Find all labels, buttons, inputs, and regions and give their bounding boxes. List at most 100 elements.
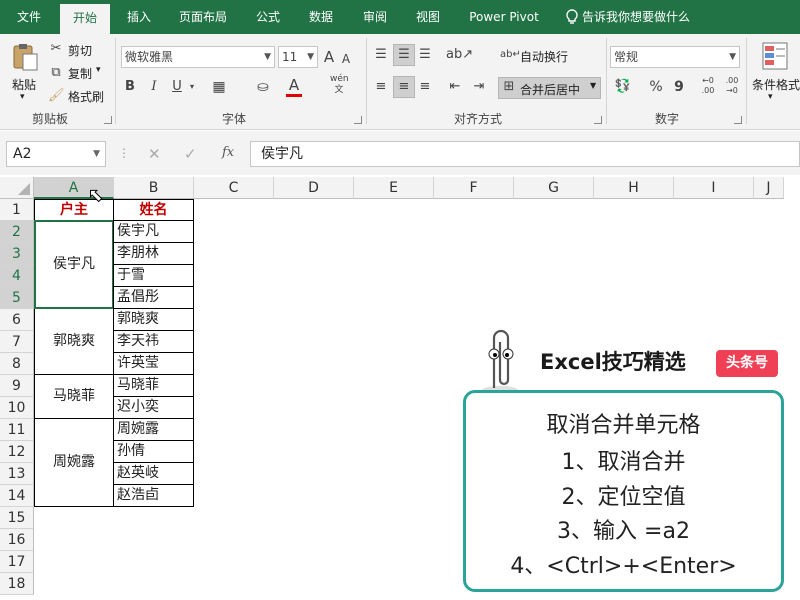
header-cell-name[interactable]: 姓名 (113, 199, 194, 221)
name-cell[interactable]: 赵英岐 (113, 462, 194, 485)
decrease-decimal-icon[interactable]: .00→0 (722, 76, 742, 96)
select-all-corner[interactable] (0, 177, 34, 199)
row-header-4[interactable]: 4 (0, 265, 34, 287)
row-header-1[interactable]: 1 (0, 199, 34, 221)
row-header-6[interactable]: 6 (0, 309, 34, 331)
paste-button[interactable]: 粘贴 (12, 76, 36, 93)
row-header-13[interactable]: 13 (0, 463, 34, 485)
name-cell[interactable]: 迟小奕 (113, 396, 194, 419)
alignment-launcher-icon[interactable] (594, 116, 602, 124)
tab-data[interactable]: 数据 (298, 0, 344, 34)
shrink-font-icon[interactable]: A (340, 50, 352, 68)
grow-font-icon[interactable]: A (322, 48, 336, 66)
conditional-format-button[interactable]: 条件格式 (752, 76, 800, 93)
row-header-17[interactable]: 17 (0, 551, 34, 573)
name-cell[interactable]: 李朋林 (113, 242, 194, 265)
column-header-f[interactable]: F (434, 177, 514, 199)
name-cell[interactable]: 侯宇凡 (113, 220, 194, 243)
orientation-icon[interactable]: ab↗ (446, 46, 464, 64)
font-size-select[interactable]: 11▼ (278, 46, 318, 68)
merged-owner-cell[interactable]: 周婉露 (34, 418, 114, 507)
wrap-text-button[interactable]: 自动换行 (520, 48, 568, 65)
underline-dropdown-icon[interactable]: ▾ (188, 78, 196, 96)
name-cell[interactable]: 马晓菲 (113, 374, 194, 397)
name-box[interactable]: A2▼ (6, 141, 106, 167)
conditional-format-icon[interactable] (762, 42, 788, 70)
increase-indent-icon[interactable]: ⇥ (470, 78, 488, 96)
clipboard-launcher-icon[interactable] (104, 116, 112, 124)
tab-power-pivot[interactable]: Power Pivot (460, 0, 548, 34)
accounting-icon[interactable]: 💱 (612, 78, 634, 96)
number-launcher-icon[interactable] (734, 116, 742, 124)
merged-owner-cell[interactable]: 郭晓爽 (34, 308, 114, 375)
row-header-12[interactable]: 12 (0, 441, 34, 463)
name-cell[interactable]: 孟倡彤 (113, 286, 194, 309)
row-header-5[interactable]: 5 (0, 287, 34, 309)
merge-dropdown-icon[interactable]: ▼ (590, 81, 596, 90)
align-top-icon[interactable]: ☰ (372, 46, 390, 64)
font-launcher-icon[interactable] (354, 116, 362, 124)
name-cell[interactable]: 许英莹 (113, 352, 194, 375)
tab-insert[interactable]: 插入 (118, 0, 160, 34)
column-header-e[interactable]: E (354, 177, 434, 199)
underline-button[interactable]: U (170, 78, 184, 96)
fill-color-icon[interactable]: ⛀ (254, 78, 272, 96)
name-cell[interactable]: 郭晓爽 (113, 308, 194, 331)
row-header-15[interactable]: 15 (0, 507, 34, 529)
bold-button[interactable]: B (123, 78, 137, 96)
column-header-d[interactable]: D (274, 177, 354, 199)
copy-dropdown-icon[interactable]: ▾ (96, 65, 101, 75)
row-header-16[interactable]: 16 (0, 529, 34, 551)
copy-button[interactable]: 复制 (68, 65, 92, 82)
font-name-select[interactable]: 微软雅黑▼ (121, 46, 275, 68)
percent-button[interactable]: % (648, 78, 664, 96)
column-header-b[interactable]: B (114, 177, 194, 199)
format-painter-button[interactable]: 格式刷 (68, 88, 104, 105)
row-header-8[interactable]: 8 (0, 353, 34, 375)
comma-style-button[interactable]: 9 (672, 78, 686, 96)
merged-owner-cell[interactable]: 马晓菲 (34, 374, 114, 419)
name-cell[interactable]: 周婉露 (113, 418, 194, 441)
row-header-14[interactable]: 14 (0, 485, 34, 507)
number-format-select[interactable]: 常规▼ (610, 46, 740, 68)
tab-page-layout[interactable]: 页面布局 (168, 0, 238, 34)
cancel-icon[interactable]: ✕ (148, 145, 161, 163)
row-header-11[interactable]: 11 (0, 419, 34, 441)
name-cell[interactable]: 于雪 (113, 264, 194, 287)
name-cell[interactable]: 孙倩 (113, 440, 194, 463)
row-header-10[interactable]: 10 (0, 397, 34, 419)
column-header-h[interactable]: H (594, 177, 674, 199)
align-right-icon[interactable]: ≡ (416, 78, 434, 96)
confirm-icon[interactable]: ✓ (184, 145, 197, 163)
cut-button[interactable]: 剪切 (68, 42, 92, 59)
increase-decimal-icon[interactable]: ←0.00 (698, 76, 718, 96)
name-cell[interactable]: 赵浩卣 (113, 484, 194, 507)
decrease-indent-icon[interactable]: ⇤ (446, 78, 464, 96)
column-header-i[interactable]: I (674, 177, 754, 199)
row-header-18[interactable]: 18 (0, 573, 34, 595)
tab-file[interactable]: 文件 (6, 0, 52, 34)
row-header-2[interactable]: 2 (0, 221, 34, 243)
phonetic-icon[interactable]: wén文 (330, 74, 348, 96)
tab-home[interactable]: 开始 (60, 4, 110, 34)
row-header-3[interactable]: 3 (0, 243, 34, 265)
insert-function-icon[interactable]: fx (222, 145, 234, 160)
row-header-9[interactable]: 9 (0, 375, 34, 397)
column-header-g[interactable]: G (514, 177, 594, 199)
tab-formulas[interactable]: 公式 (246, 0, 290, 34)
tab-review[interactable]: 审阅 (352, 0, 398, 34)
italic-button[interactable]: I (147, 78, 161, 96)
paste-icon[interactable] (10, 42, 40, 72)
column-header-j[interactable]: J (754, 177, 784, 199)
tab-view[interactable]: 视图 (406, 0, 450, 34)
conditional-format-dropdown-icon[interactable]: ▾ (768, 92, 773, 102)
align-left-icon[interactable]: ≡ (372, 78, 390, 96)
font-color-icon[interactable]: A (286, 76, 302, 97)
merged-owner-cell[interactable]: 侯宇凡 (34, 220, 114, 309)
borders-icon[interactable]: ▦ (210, 78, 228, 96)
name-cell[interactable]: 李天祎 (113, 330, 194, 353)
column-header-c[interactable]: C (194, 177, 274, 199)
row-header-7[interactable]: 7 (0, 331, 34, 353)
formula-input[interactable]: 侯宇凡 (250, 141, 800, 167)
paste-dropdown-icon[interactable]: ▾ (20, 92, 25, 102)
